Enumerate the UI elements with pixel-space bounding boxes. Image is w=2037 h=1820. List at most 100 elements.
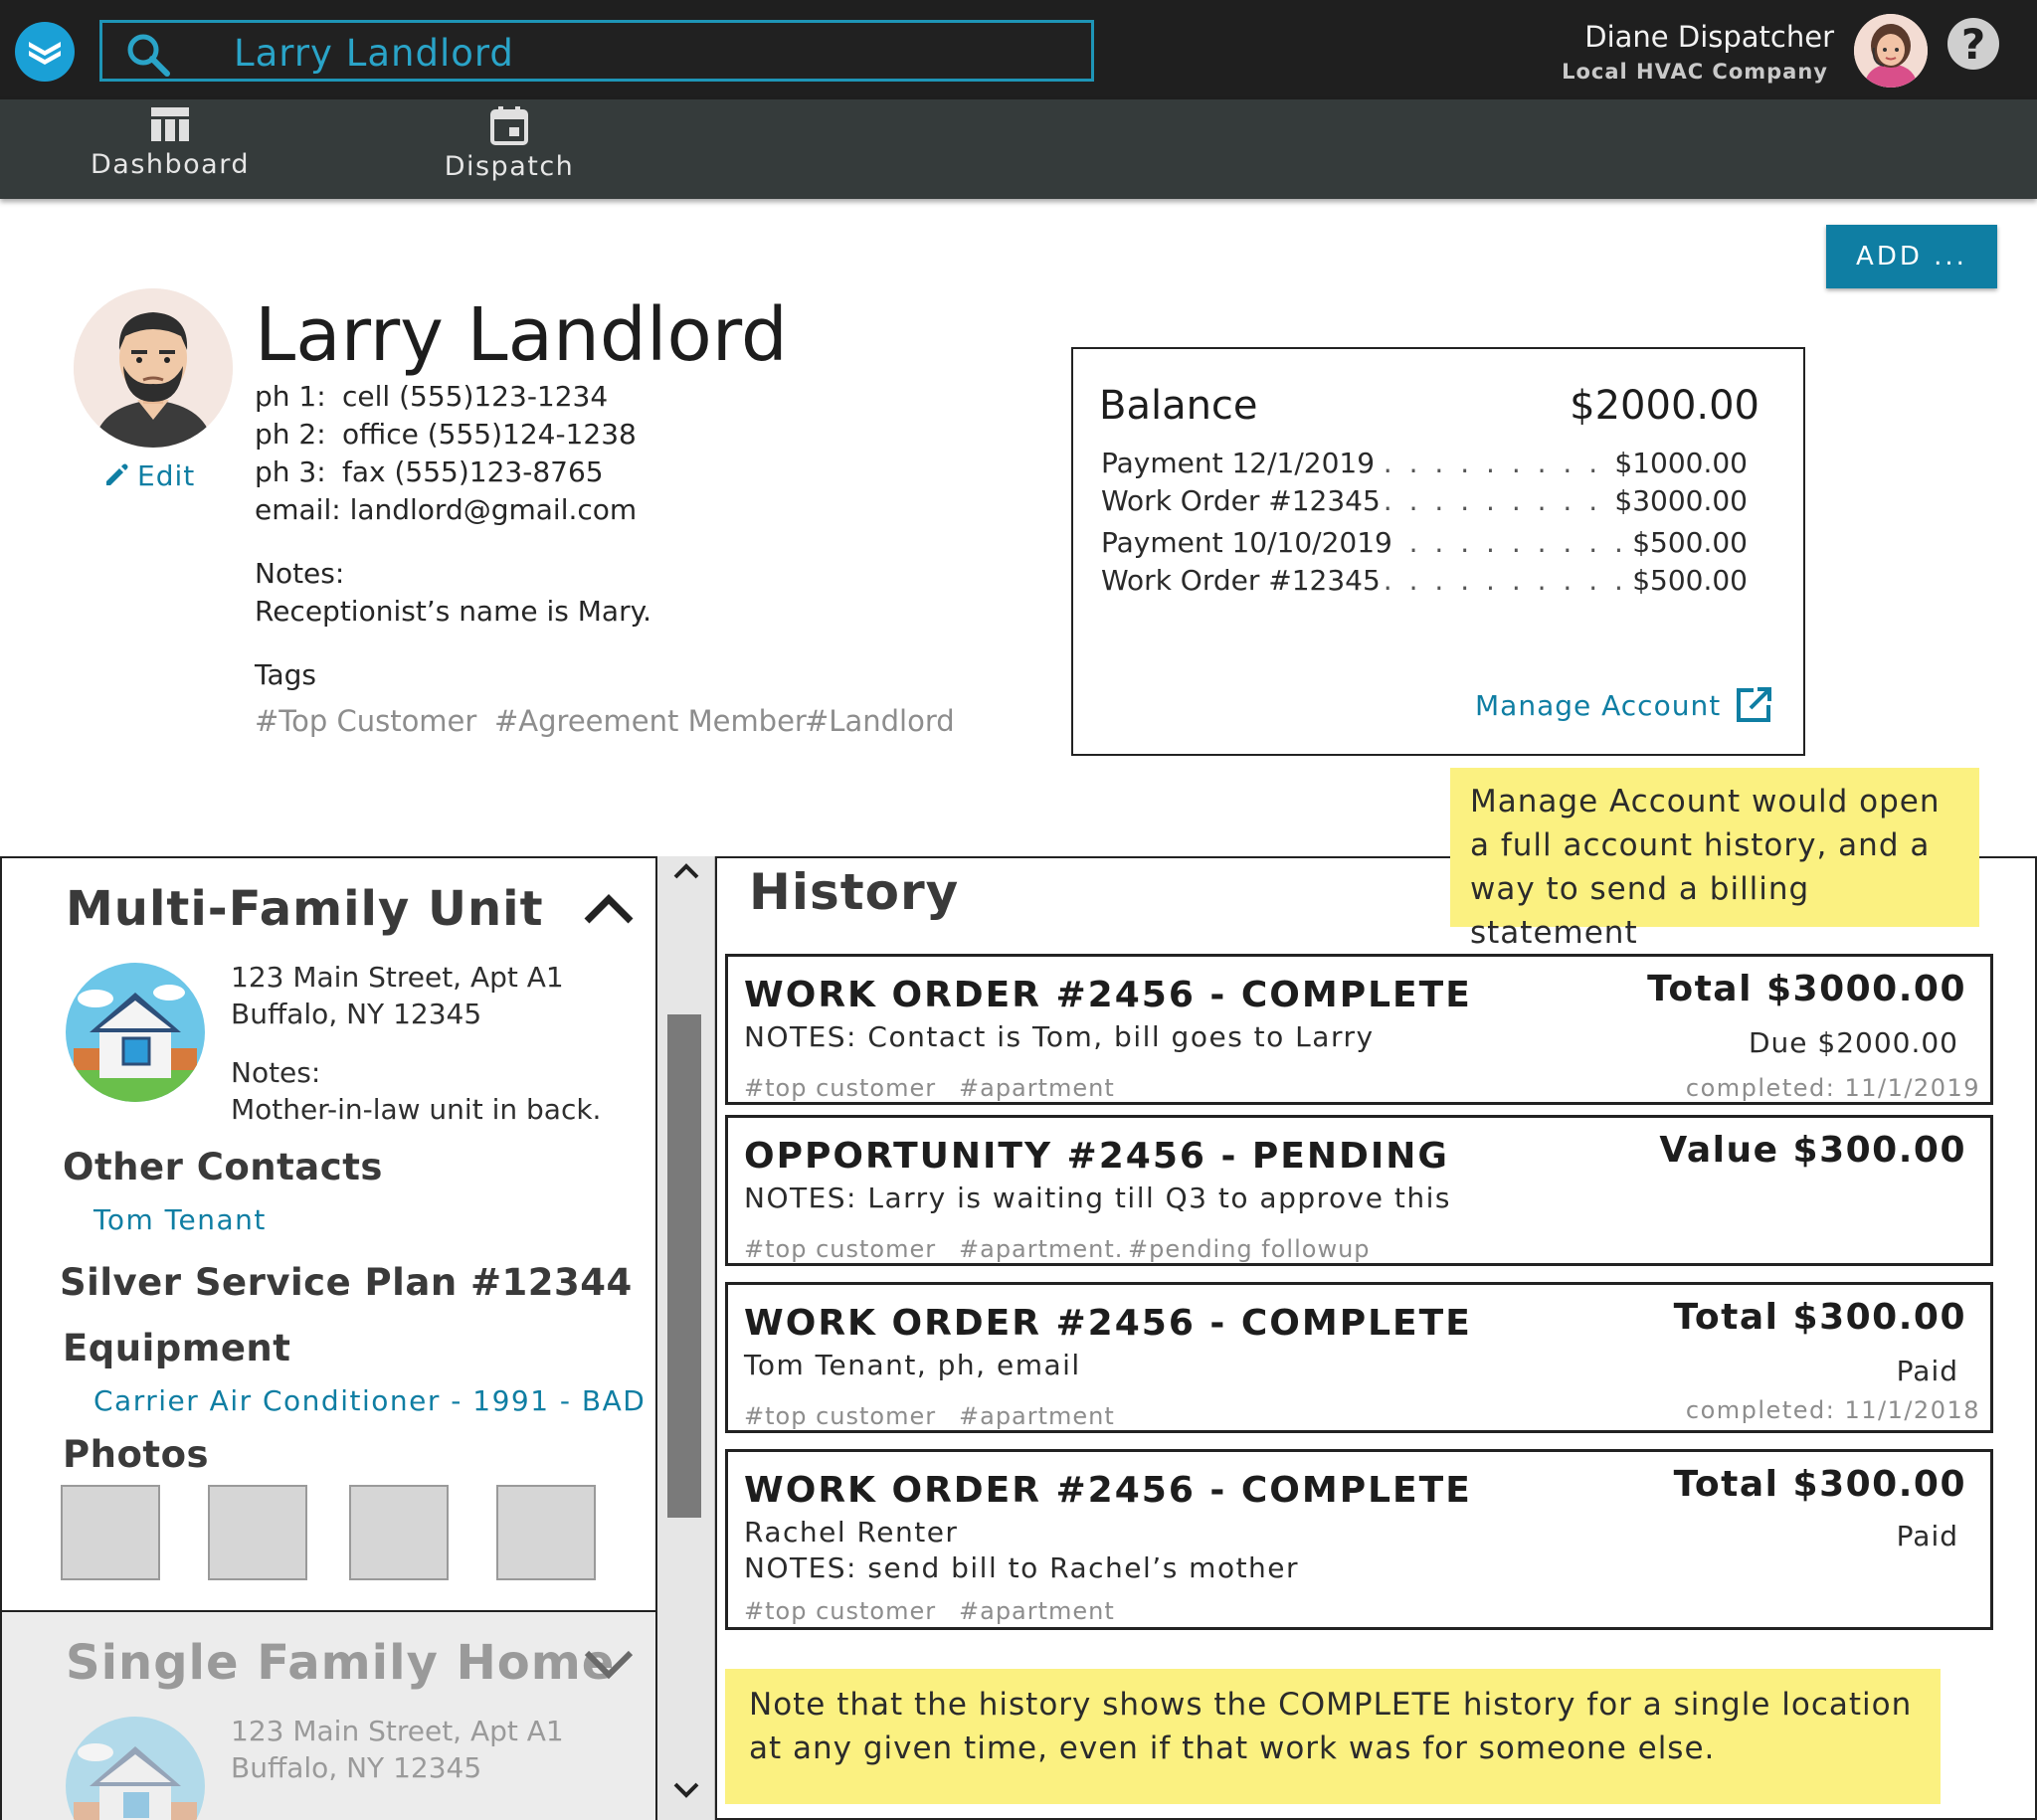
- balance-row-desc: Payment 12/1/2019: [1101, 447, 1380, 479]
- tag[interactable]: #Landlord: [805, 704, 955, 738]
- card-date: completed: 11/1/2018: [1685, 1396, 1980, 1424]
- equipment-link[interactable]: Carrier Air Conditioner - 1991 - BAD: [93, 1384, 646, 1417]
- phone-row: ph 2: office (555)124-1238: [255, 418, 637, 451]
- top-bar: Larry Landlord Diane Dispatcher Local HV…: [0, 0, 2037, 99]
- card-status: Due $2000.00: [1748, 1026, 1958, 1059]
- card-amount: Value $300.00: [1659, 1130, 1966, 1171]
- card-tag[interactable]: #apartment: [959, 1597, 1115, 1625]
- balance-row-desc: Work Order #12345: [1101, 564, 1385, 597]
- email-row: email: landlord@gmail.com: [255, 493, 637, 526]
- card-tag[interactable]: #pending followup: [1128, 1235, 1371, 1263]
- email-label: email:: [255, 493, 341, 526]
- tag[interactable]: #Top Customer: [255, 704, 476, 738]
- address-line-2: Buffalo, NY 12345: [231, 1751, 482, 1784]
- balance-row: Work Order #12345 . . . . . . . . . . . …: [1101, 564, 1748, 600]
- card-tag[interactable]: #top customer: [744, 1235, 936, 1263]
- history-card[interactable]: WORK ORDER #2456 - COMPLETE Rachel Rente…: [725, 1449, 1993, 1630]
- phone-value[interactable]: office (555)124-1238: [342, 418, 637, 451]
- edit-link[interactable]: Edit: [103, 459, 195, 492]
- tags-label: Tags: [255, 658, 316, 691]
- balance-amount: $2000.00: [1570, 383, 1759, 429]
- search-icon: [124, 31, 172, 83]
- notes-text: Receptionist’s name is Mary.: [255, 595, 652, 628]
- balance-row-amount: $3000.00: [1610, 484, 1748, 517]
- card-title: WORK ORDER #2456 - COMPLETE: [744, 1303, 1472, 1344]
- add-button[interactable]: ADD ...: [1826, 225, 1997, 288]
- history-card[interactable]: WORK ORDER #2456 - COMPLETE NOTES: Conta…: [725, 954, 1993, 1105]
- card-tag[interactable]: #top customer: [744, 1402, 936, 1430]
- balance-row: Work Order #12345 . . . . . . . . . . . …: [1101, 484, 1748, 520]
- card-tag[interactable]: #apartment: [959, 1402, 1115, 1430]
- phone-label: ph 3:: [255, 455, 326, 488]
- card-amount: Total $300.00: [1673, 1297, 1966, 1338]
- pencil-icon: [106, 463, 128, 485]
- photo-thumbnail[interactable]: [61, 1485, 160, 1580]
- location-title[interactable]: Single Family Home: [66, 1635, 615, 1691]
- card-tag[interactable]: #top customer: [744, 1074, 936, 1102]
- nav-label: Dashboard: [91, 149, 250, 180]
- photo-thumbnail[interactable]: [208, 1485, 307, 1580]
- nav-item-dashboard[interactable]: Dashboard: [80, 99, 261, 199]
- card-date: completed: 11/1/2019: [1685, 1074, 1980, 1102]
- scroll-down-icon[interactable]: [672, 1780, 700, 1804]
- email-value[interactable]: landlord@gmail.com: [350, 493, 638, 526]
- house-icon: [66, 963, 205, 1102]
- photo-thumbnail[interactable]: [349, 1485, 449, 1580]
- card-status: Paid: [1896, 1520, 1958, 1552]
- phone-value[interactable]: cell (555)123-1234: [342, 380, 608, 413]
- card-title: WORK ORDER #2456 - COMPLETE: [744, 1470, 1472, 1511]
- photo-thumbnail[interactable]: [496, 1485, 596, 1580]
- search-bar[interactable]: Larry Landlord: [99, 20, 1094, 82]
- nav-bar: Dashboard Dispatch: [0, 99, 2037, 199]
- card-tag[interactable]: #top customer: [744, 1597, 936, 1625]
- location-notes-text: Mother-in-law unit in back.: [231, 1093, 602, 1126]
- scrollbar-thumb[interactable]: [667, 1014, 701, 1518]
- phone-row: ph 3: fax (555)123-8765: [255, 455, 604, 488]
- card-status: Paid: [1896, 1355, 1958, 1387]
- calendar-icon: [438, 105, 581, 149]
- phone-value[interactable]: fax (555)123-8765: [342, 455, 604, 488]
- card-title: OPPORTUNITY #2456 - PENDING: [744, 1136, 1449, 1177]
- help-icon[interactable]: ?: [1947, 18, 1999, 70]
- scroll-up-icon[interactable]: [672, 861, 700, 885]
- card-notes: NOTES: send bill to Rachel’s mother: [744, 1551, 1300, 1584]
- external-link-icon[interactable]: [1734, 685, 1773, 729]
- annotation-note-manage: Manage Account would open a full account…: [1450, 768, 1979, 951]
- balance-row-desc: Work Order #12345: [1101, 484, 1385, 517]
- card-amount: Total $3000.00: [1647, 969, 1966, 1009]
- phone-label: ph 1:: [255, 380, 326, 413]
- location-notes-label: Notes:: [231, 1056, 321, 1089]
- phone-label: ph 2:: [255, 418, 326, 451]
- edit-label: Edit: [137, 459, 196, 492]
- contact-link[interactable]: Tom Tenant: [93, 1203, 267, 1236]
- address-line-1: 123 Main Street, Apt A1: [231, 1715, 564, 1747]
- app-logo-icon[interactable]: [15, 22, 75, 82]
- balance-row: Payment 12/1/2019 . . . . . . . . . . . …: [1101, 447, 1748, 482]
- card-notes: NOTES: Contact is Tom, bill goes to Larr…: [744, 1020, 1375, 1053]
- address-line-1: 123 Main Street, Apt A1: [231, 961, 564, 994]
- phone-row: ph 1: cell (555)123-1234: [255, 380, 608, 413]
- nav-item-dispatch[interactable]: Dispatch: [438, 99, 581, 199]
- history-card[interactable]: OPPORTUNITY #2456 - PENDING NOTES: Larry…: [725, 1115, 1993, 1266]
- balance-row-amount: $1000.00: [1610, 447, 1748, 479]
- card-title: WORK ORDER #2456 - COMPLETE: [744, 975, 1472, 1015]
- card-notes: NOTES: Larry is waiting till Q3 to appro…: [744, 1182, 1451, 1214]
- address-line-2: Buffalo, NY 12345: [231, 998, 482, 1030]
- search-input[interactable]: Larry Landlord: [234, 32, 514, 75]
- card-tag[interactable]: #apartment: [959, 1074, 1115, 1102]
- photos-heading: Photos: [63, 1433, 210, 1476]
- history-card[interactable]: WORK ORDER #2456 - COMPLETE Tom Tenant, …: [725, 1282, 1993, 1433]
- card-tag[interactable]: #apartment.: [959, 1235, 1123, 1263]
- manage-account-link[interactable]: Manage Account: [1475, 689, 1721, 722]
- balance-row-amount: $500.00: [1628, 526, 1748, 559]
- balance-row: Payment 10/10/2019 . . . . . . . . . . .…: [1101, 526, 1748, 562]
- location-title[interactable]: Multi-Family Unit: [66, 881, 544, 937]
- user-avatar[interactable]: [1854, 14, 1928, 88]
- dashboard-icon: [80, 105, 261, 147]
- equipment-heading: Equipment: [63, 1327, 291, 1369]
- chevron-down-icon[interactable]: [583, 1647, 635, 1687]
- balance-panel: Balance $2000.00 Payment 12/1/2019 . . .…: [1071, 347, 1805, 756]
- tag[interactable]: #Agreement Member: [494, 704, 807, 738]
- chevron-up-icon[interactable]: [583, 891, 635, 931]
- service-plan-heading[interactable]: Silver Service Plan #12344: [60, 1261, 633, 1304]
